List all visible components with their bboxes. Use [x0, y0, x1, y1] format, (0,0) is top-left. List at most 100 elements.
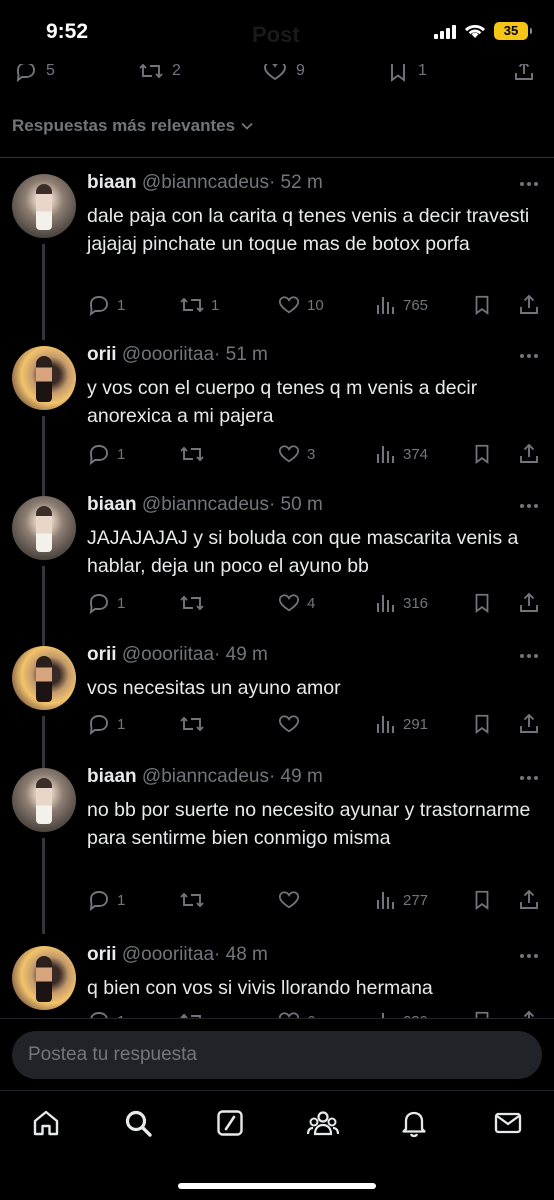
avatar[interactable] — [12, 496, 76, 560]
author-handle[interactable]: @oooriitaa — [122, 344, 214, 365]
reply-header: orii @oooriitaa· 51 m — [87, 344, 268, 366]
author-name[interactable]: biaan — [87, 172, 137, 193]
repost-button[interactable]: 1 — [179, 292, 219, 318]
timestamp[interactable]: · 52 m — [269, 172, 323, 193]
author-handle[interactable]: @oooriitaa — [122, 644, 214, 665]
share-icon — [517, 442, 541, 466]
author-name[interactable]: orii — [87, 344, 117, 365]
author-name[interactable]: biaan — [87, 494, 137, 515]
timestamp[interactable]: · 48 m — [214, 944, 268, 965]
avatar[interactable] — [12, 946, 76, 1010]
avatar[interactable] — [12, 346, 76, 410]
heart-icon — [277, 443, 301, 465]
author-name[interactable]: biaan — [87, 766, 137, 787]
avatar[interactable] — [12, 768, 76, 832]
like-button[interactable]: 4 — [277, 590, 315, 616]
bookmark-icon — [471, 888, 493, 912]
share-button[interactable] — [517, 887, 541, 913]
bookmark-button[interactable] — [471, 590, 493, 616]
nav-messages[interactable] — [492, 1107, 524, 1139]
share-button[interactable] — [517, 441, 541, 467]
timestamp[interactable]: · 49 m — [214, 644, 268, 665]
heart-icon — [277, 294, 301, 316]
views-button[interactable]: 291 — [375, 711, 428, 737]
more-options-icon[interactable] — [520, 954, 538, 958]
timestamp[interactable]: · 50 m — [269, 494, 323, 515]
views-count: 291 — [403, 715, 429, 733]
views-button[interactable]: 239 — [375, 1008, 428, 1018]
timestamp[interactable]: · 51 m — [214, 344, 268, 365]
notifications-icon — [402, 1111, 426, 1138]
repost-button[interactable] — [179, 711, 211, 737]
bookmark-button[interactable] — [471, 711, 493, 737]
like-button[interactable] — [277, 711, 307, 737]
nav-communities[interactable] — [306, 1107, 340, 1139]
author-handle[interactable]: @oooriitaa — [122, 944, 214, 965]
reply-header: orii @oooriitaa· 49 m — [87, 644, 268, 666]
repost-button[interactable] — [179, 441, 211, 467]
reply-header: biaan @bianncadeus· 50 m — [87, 494, 323, 516]
bottom-navigation — [0, 1090, 554, 1200]
views-button[interactable]: 765 — [375, 292, 428, 318]
more-options-icon[interactable] — [520, 504, 538, 508]
reply-button[interactable]: 1 — [87, 1008, 125, 1018]
reply-icon — [87, 442, 111, 466]
nav-grok[interactable] — [214, 1107, 246, 1139]
bookmark-button[interactable] — [471, 1008, 493, 1018]
share-button[interactable] — [517, 292, 541, 318]
views-button[interactable]: 277 — [375, 887, 428, 913]
reply-button[interactable]: 1 — [87, 441, 125, 467]
author-name[interactable]: orii — [87, 644, 117, 665]
share-button[interactable] — [517, 711, 541, 737]
reply-button[interactable]: 1 — [87, 292, 125, 318]
reply-item: orii @oooriitaa· 51 m y vos con el cuerpo… — [0, 330, 554, 478]
communities-icon — [306, 1111, 340, 1136]
repost-icon — [179, 293, 205, 317]
author-handle[interactable]: @bianncadeus — [142, 766, 269, 787]
author-handle[interactable]: @bianncadeus — [142, 172, 269, 193]
reply-item: orii @oooriitaa· 48 m q bien con vos si v… — [0, 930, 554, 1018]
sort-label: Respuestas más relevantes — [12, 116, 236, 135]
views-button[interactable]: 374 — [375, 441, 428, 467]
repost-icon — [179, 591, 205, 615]
more-options-icon[interactable] — [520, 654, 538, 658]
avatar[interactable] — [12, 174, 76, 238]
reply-button[interactable]: 1 — [87, 590, 125, 616]
views-button[interactable]: 316 — [375, 590, 428, 616]
page-title: Post — [252, 22, 300, 47]
bookmark-button[interactable] — [471, 887, 493, 913]
more-options-icon[interactable] — [520, 182, 538, 186]
views-icon — [375, 1010, 397, 1018]
nav-search[interactable] — [122, 1107, 154, 1139]
repost-button[interactable] — [179, 1008, 211, 1018]
reply-text: no bb por suerte no necesito ayunar y tr… — [87, 799, 531, 849]
reply-button[interactable]: 1 — [87, 887, 125, 913]
nav-home[interactable] — [30, 1107, 62, 1139]
repost-button[interactable] — [179, 590, 211, 616]
like-button[interactable]: 6 — [277, 1008, 315, 1018]
more-options-icon[interactable] — [520, 354, 538, 358]
share-button[interactable] — [517, 590, 541, 616]
share-icon — [517, 591, 541, 615]
timestamp[interactable]: · 49 m — [269, 766, 323, 787]
reply-count: 1 — [117, 891, 126, 909]
like-button[interactable] — [277, 887, 307, 913]
bookmark-button[interactable] — [471, 441, 493, 467]
reply-actions: 1 291 — [87, 711, 543, 737]
reply-icon — [87, 591, 111, 615]
avatar[interactable] — [12, 646, 76, 710]
more-options-icon[interactable] — [520, 776, 538, 780]
author-handle[interactable]: @bianncadeus — [142, 494, 269, 515]
reply-icon — [87, 293, 111, 317]
views-count: 374 — [403, 445, 429, 463]
reply-input[interactable]: Postea tu respuesta — [12, 1031, 542, 1079]
author-name[interactable]: orii — [87, 944, 117, 965]
reply-button[interactable]: 1 — [87, 711, 125, 737]
replies-sort-selector[interactable]: Respuestas más relevantes — [12, 108, 255, 144]
repost-button[interactable] — [179, 887, 211, 913]
nav-notifications[interactable] — [398, 1107, 430, 1139]
like-button[interactable]: 3 — [277, 441, 315, 467]
bookmark-button[interactable] — [471, 292, 493, 318]
share-button[interactable] — [517, 1008, 541, 1018]
like-button[interactable]: 10 — [277, 292, 324, 318]
